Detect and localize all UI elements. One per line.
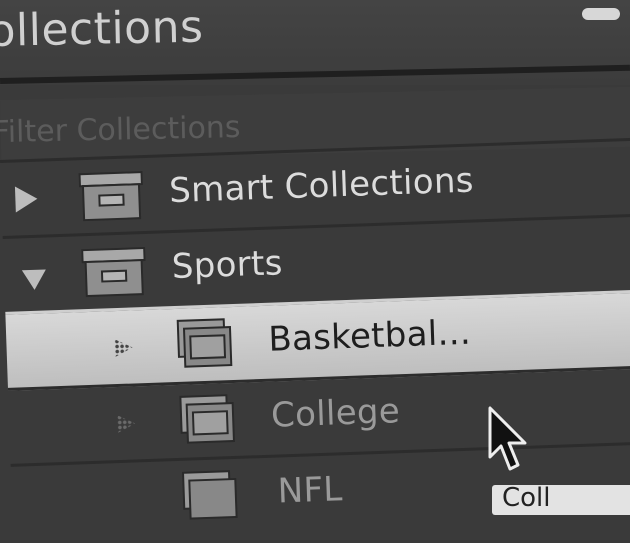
- tree-row-label: Smart Collections: [168, 160, 475, 212]
- panel-title: ollections: [0, 1, 204, 57]
- sync-indicator-icon: [114, 338, 133, 357]
- tree-row-label: Basketbal...: [267, 312, 472, 360]
- tree-row-label: Sports: [171, 243, 284, 288]
- corner-tag-label: Coll: [502, 483, 551, 513]
- collection-set-icon: [81, 246, 146, 298]
- collapse-panel-button[interactable]: [582, 8, 620, 20]
- disclosure-triangle-right-icon[interactable]: [14, 185, 38, 213]
- mouse-pointer-icon: [488, 406, 527, 471]
- tree-row-label: NFL: [277, 469, 344, 512]
- disclosure-triangle-down-icon[interactable]: [21, 269, 47, 291]
- collection-icon: [181, 470, 238, 520]
- tree-row-label: College: [270, 391, 401, 436]
- corner-tag[interactable]: Coll: [492, 483, 630, 515]
- sync-indicator-icon: [117, 414, 136, 433]
- collection-set-icon: [78, 171, 143, 222]
- collection-icon: [176, 318, 233, 368]
- collections-tree: Smart Collections Sports Basketbal... Co…: [0, 135, 630, 543]
- collection-icon: [179, 394, 235, 444]
